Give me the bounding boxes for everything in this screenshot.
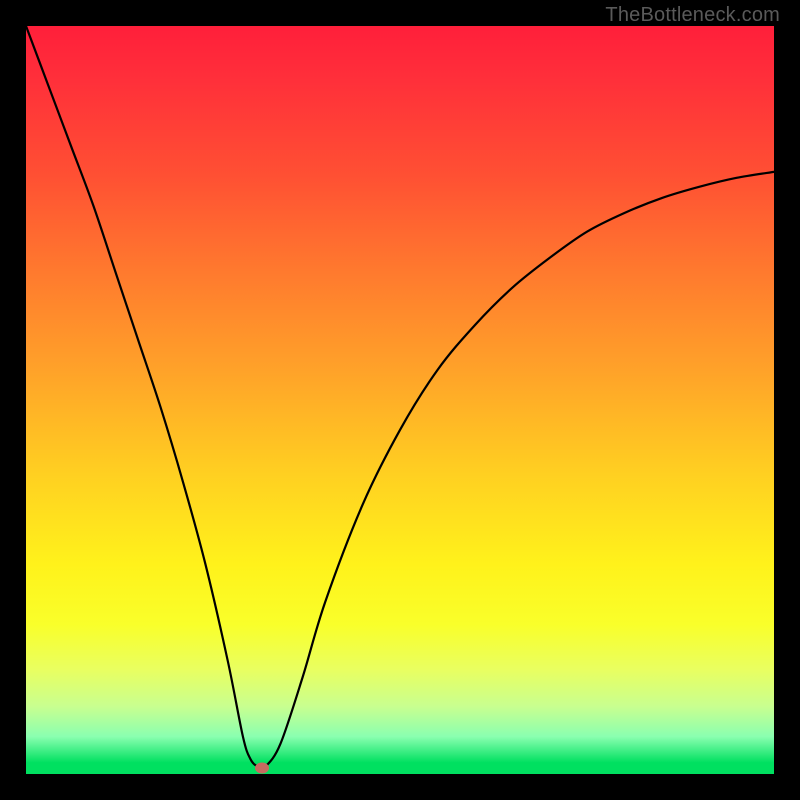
optimal-point-marker <box>255 763 269 774</box>
chart-frame: TheBottleneck.com <box>0 0 800 800</box>
plot-area <box>26 26 774 774</box>
bottleneck-curve <box>26 26 774 774</box>
watermark-text: TheBottleneck.com <box>605 4 780 27</box>
